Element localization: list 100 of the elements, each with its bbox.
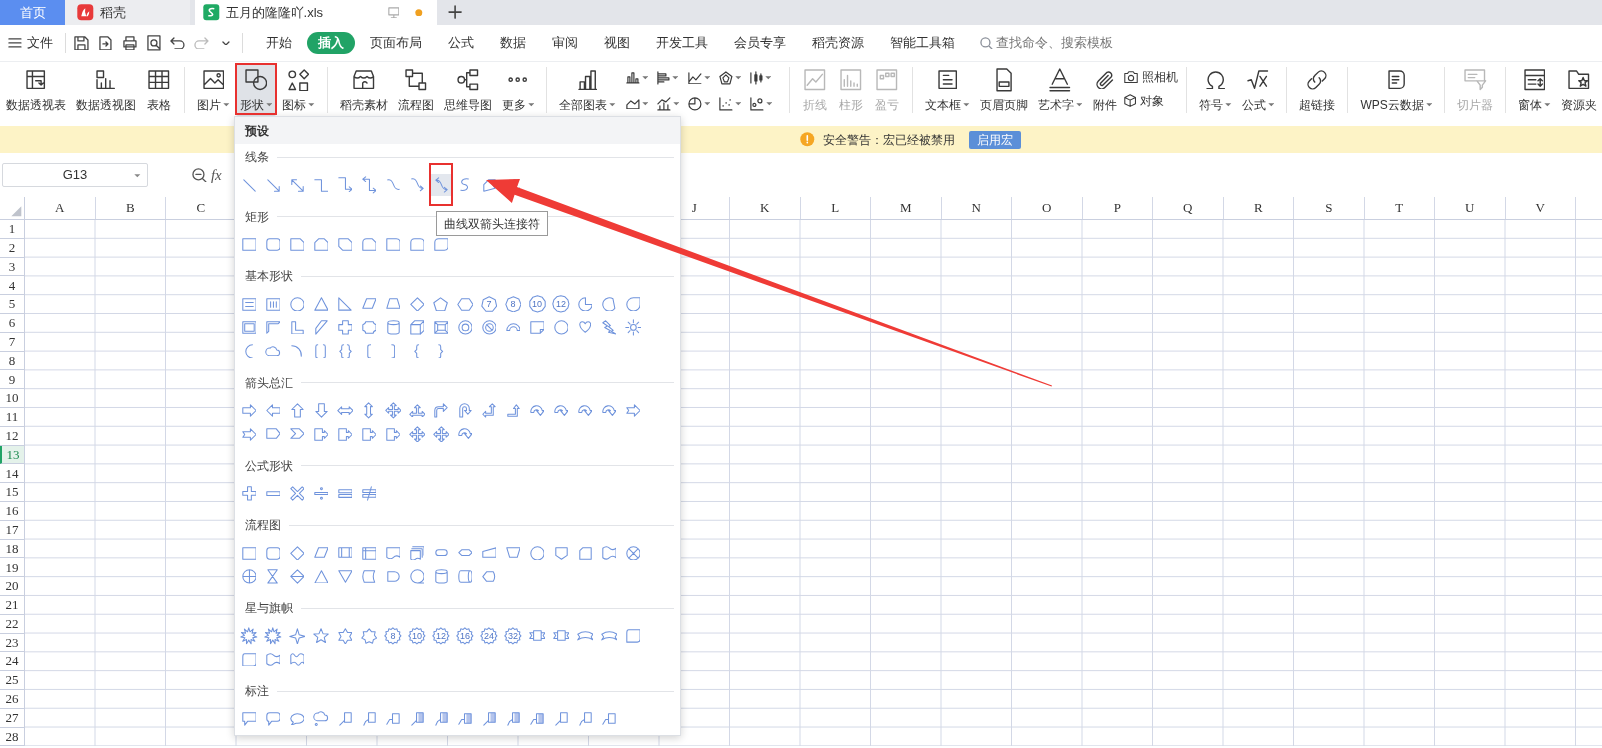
ribbon-button[interactable]: 数据透视图 bbox=[72, 64, 140, 116]
row-header[interactable]: 19 bbox=[0, 558, 25, 578]
ribbon-tab[interactable]: 数据 bbox=[488, 32, 537, 54]
ribbon-button[interactable]: 文本框 bbox=[920, 64, 974, 116]
row-header[interactable]: 11 bbox=[0, 407, 25, 427]
tooltip: 曲线双箭头连接符 bbox=[436, 211, 548, 236]
ribbon-tab[interactable]: 视图 bbox=[592, 32, 641, 54]
ribbon-button[interactable]: 表格 bbox=[142, 64, 176, 116]
row-header[interactable]: 27 bbox=[0, 708, 25, 728]
row-header[interactable]: 28 bbox=[0, 727, 25, 747]
ribbon-button[interactable]: 页眉页脚 bbox=[975, 64, 1032, 116]
section-title: 线条 bbox=[245, 149, 269, 166]
section-title: 标注 bbox=[245, 683, 269, 700]
column-header[interactable]: N bbox=[941, 197, 1012, 219]
row-header[interactable]: 7 bbox=[0, 332, 25, 352]
row-header[interactable]: 10 bbox=[0, 389, 25, 408]
row-header[interactable]: 6 bbox=[0, 314, 25, 333]
shape-option[interactable]: 32 bbox=[502, 625, 524, 647]
row-header[interactable]: 5 bbox=[0, 295, 25, 314]
shape-option[interactable]: 12 bbox=[550, 293, 572, 315]
ribbon-tab[interactable]: 开始 bbox=[254, 32, 303, 54]
row-header[interactable]: 20 bbox=[0, 577, 25, 596]
ribbon-button[interactable]: WPS云数据 bbox=[1356, 64, 1437, 116]
ribbon-button[interactable]: 图标 bbox=[278, 64, 319, 116]
shape-option[interactable]: 24 bbox=[478, 625, 500, 647]
column-header[interactable]: L bbox=[800, 197, 871, 219]
column-header[interactable]: A bbox=[25, 197, 96, 219]
ribbon-button[interactable]: 附件 bbox=[1088, 64, 1123, 116]
column-header[interactable]: U bbox=[1435, 197, 1506, 219]
warning-message: 安全警告：宏已经被禁用 bbox=[822, 131, 955, 149]
ribbon-button[interactable]: 公式 bbox=[1237, 64, 1279, 116]
shape-option[interactable]: 8 bbox=[382, 625, 404, 647]
ribbon-tab[interactable]: 审阅 bbox=[540, 32, 589, 54]
ribbon-button[interactable]: 窗体 bbox=[1514, 64, 1555, 116]
row-header[interactable]: 18 bbox=[0, 539, 25, 559]
tab[interactable]: 五月的隆隆吖.xls bbox=[195, 0, 437, 25]
row-header[interactable]: 2 bbox=[0, 238, 25, 258]
ribbon-tab[interactable]: 智能工具箱 bbox=[878, 32, 966, 54]
row-header[interactable]: 24 bbox=[0, 652, 25, 672]
insert-function-button[interactable]: fx bbox=[210, 163, 222, 187]
ribbon-button[interactable]: 数据透视表 bbox=[2, 64, 70, 116]
tab[interactable]: 稻壳 bbox=[65, 0, 190, 25]
ribbon-button[interactable]: 超链接 bbox=[1295, 64, 1340, 116]
menu-header: 预设 bbox=[235, 117, 680, 144]
row-header[interactable]: 25 bbox=[0, 671, 25, 690]
ribbon-button[interactable]: 稻壳素材 bbox=[335, 64, 392, 116]
column-header[interactable]: T bbox=[1364, 197, 1435, 219]
section-title: 箭头总汇 bbox=[245, 374, 293, 392]
search-field[interactable]: 查找命令、搜索模板 bbox=[979, 31, 1130, 55]
row-header[interactable]: 17 bbox=[0, 520, 25, 540]
row-header[interactable]: 23 bbox=[0, 633, 25, 653]
row-header[interactable]: 26 bbox=[0, 689, 25, 709]
section-title: 流程图 bbox=[245, 517, 281, 534]
row-header[interactable]: 12 bbox=[0, 426, 25, 446]
section-title: 矩形 bbox=[245, 208, 269, 226]
ribbon-button[interactable]: 符号 bbox=[1195, 64, 1236, 116]
column-header[interactable]: O bbox=[1012, 197, 1083, 219]
row-header[interactable]: 1 bbox=[0, 220, 25, 239]
section-title: 公式形状 bbox=[245, 457, 293, 475]
shape-option[interactable]: 8 bbox=[502, 293, 524, 315]
ribbon-button[interactable]: 资源夹 bbox=[1556, 64, 1601, 116]
ribbon-button[interactable]: 艺术字 bbox=[1033, 64, 1087, 116]
column-header[interactable]: M bbox=[871, 197, 942, 219]
column-header[interactable]: K bbox=[730, 197, 801, 219]
ribbon-button[interactable]: 思维导图 bbox=[439, 64, 496, 116]
column-header[interactable]: S bbox=[1294, 197, 1365, 219]
ribbon-tab[interactable]: 页面布局 bbox=[358, 32, 433, 54]
ribbon-tab[interactable]: 会员专享 bbox=[722, 32, 797, 54]
ribbon-button[interactable]: 流程图 bbox=[393, 64, 438, 116]
ribbon-button[interactable]: 对象 bbox=[1124, 91, 1179, 111]
ribbon-button[interactable]: 更多 bbox=[497, 64, 539, 116]
column-header[interactable]: Q bbox=[1153, 197, 1224, 219]
name-box[interactable]: G13 bbox=[2, 163, 148, 187]
row-header[interactable]: 15 bbox=[0, 483, 25, 502]
column-header[interactable]: B bbox=[95, 197, 166, 219]
row-header[interactable]: 8 bbox=[0, 351, 25, 371]
shape-option[interactable]: 10 bbox=[406, 625, 428, 647]
shape-option[interactable]: 12 bbox=[430, 625, 452, 647]
ribbon-button[interactable]: 照相机 bbox=[1124, 67, 1179, 87]
column-header[interactable]: R bbox=[1223, 197, 1294, 219]
row-header[interactable]: 3 bbox=[0, 257, 25, 277]
row-header[interactable]: 9 bbox=[0, 370, 25, 390]
shape-option[interactable]: 16 bbox=[454, 625, 476, 647]
column-header[interactable]: V bbox=[1505, 197, 1576, 219]
ribbon-tab[interactable]: 开发工具 bbox=[644, 32, 719, 54]
ribbon-button[interactable]: 全部图表 bbox=[555, 64, 620, 116]
ribbon-tab[interactable]: 公式 bbox=[436, 32, 485, 54]
shape-option[interactable]: 10 bbox=[526, 293, 548, 315]
row-header[interactable]: 4 bbox=[0, 276, 25, 296]
row-header[interactable]: 14 bbox=[0, 464, 25, 484]
shape-option[interactable]: 7 bbox=[478, 293, 500, 315]
row-header[interactable]: 21 bbox=[0, 595, 25, 615]
row-header[interactable]: 22 bbox=[0, 614, 25, 634]
row-header[interactable]: 16 bbox=[0, 501, 25, 521]
file-menu-button[interactable]: 文件 bbox=[0, 31, 61, 55]
section-title: 星与旗帜 bbox=[245, 600, 293, 617]
ribbon-tab[interactable]: 稻壳资源 bbox=[800, 32, 875, 54]
ribbon-button[interactable]: 图片 bbox=[193, 64, 234, 116]
section-title: 基本形状 bbox=[245, 268, 293, 285]
column-header[interactable]: P bbox=[1082, 197, 1153, 219]
